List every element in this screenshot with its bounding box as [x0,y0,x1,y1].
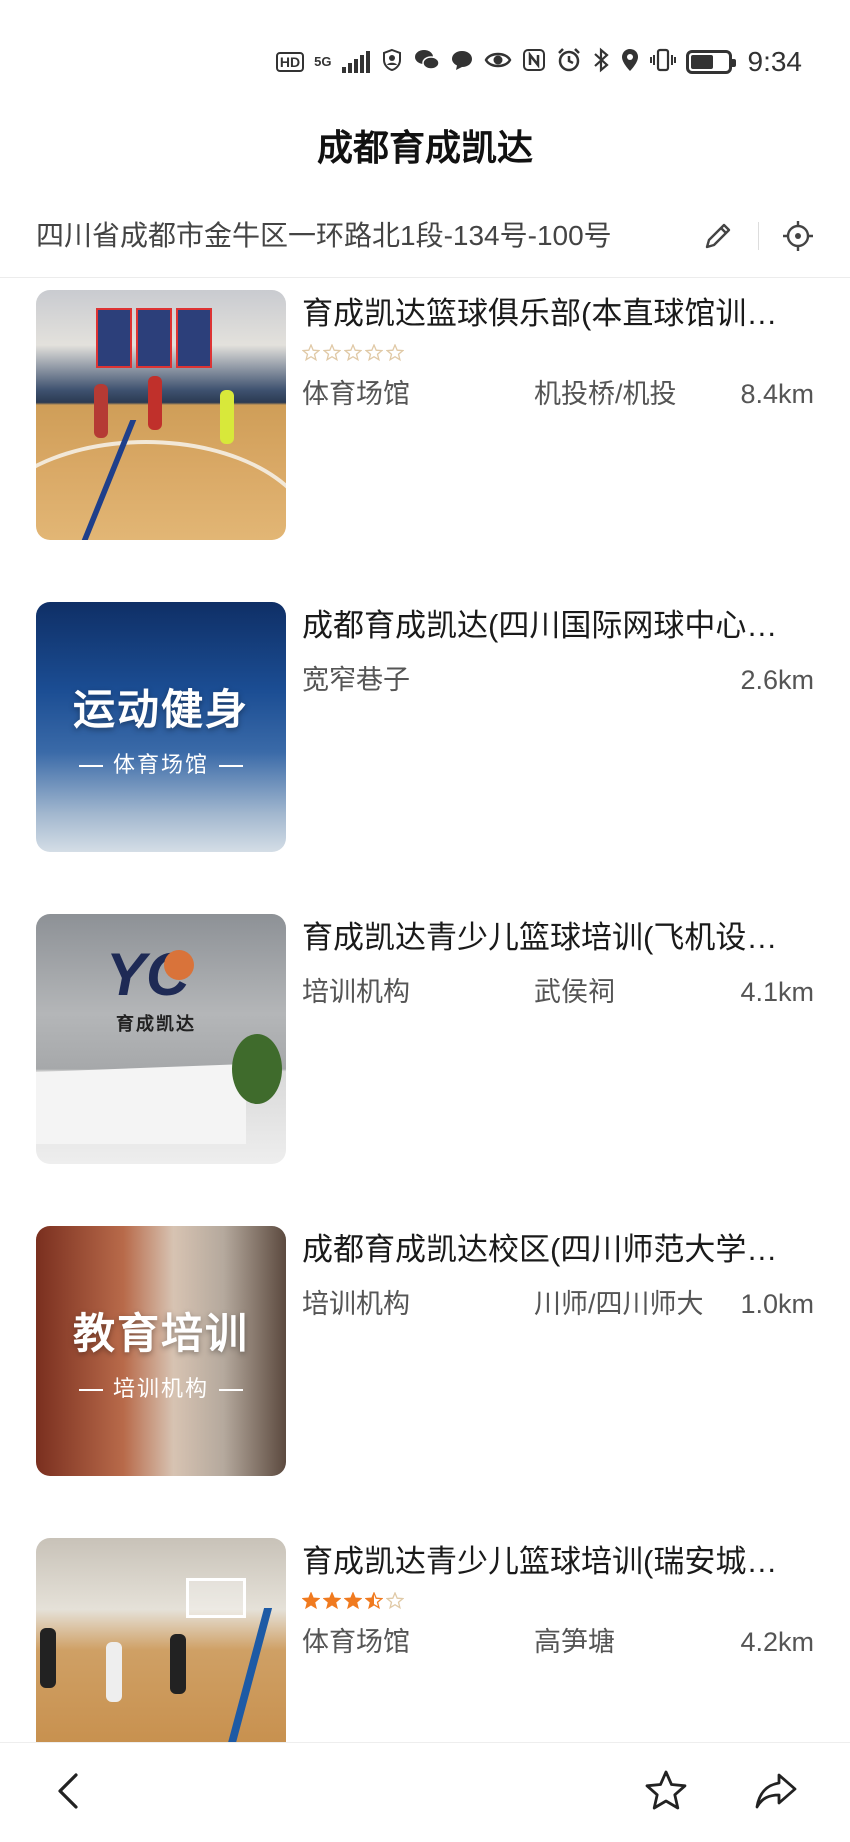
star-half-icon [364,1591,384,1610]
result-meta: 体育场馆 机投桥/机投 8.4km [302,374,814,414]
star-empty-icon [385,343,405,362]
wechat-icon [414,48,440,76]
address-bar: 四川省成都市金牛区一环路北1段-134号-100号 [0,206,850,266]
star-empty-icon [322,343,342,362]
result-thumbnail: YC 育成凯达 [36,914,286,1164]
result-thumbnail [36,1538,286,1742]
player [40,1628,56,1688]
thumbnail-heading: 教育培训 [72,1309,249,1357]
list-item[interactable]: YC 育成凯达 育成凯达青少儿篮球培训(飞机设… 培训机构 武侯祠 4.1km [0,914,850,1166]
divider [758,222,759,250]
network-label: 5G [314,54,332,69]
address-text[interactable]: 四川省成都市金牛区一环路北1段-134号-100号 [36,216,612,256]
status-time: 9:34 [747,46,803,77]
rating-stars [301,343,405,362]
star-filled-icon [343,1591,363,1610]
header-divider [0,277,850,278]
hoop-pole [223,1608,273,1742]
player [220,390,234,444]
result-category: 体育场馆 [302,379,410,409]
crosshair-icon[interactable] [780,218,816,254]
wall-banner [96,308,132,368]
result-category: 宽窄巷子 [302,665,410,695]
page-title: 成都育成凯达 [316,127,533,168]
thumbnail-heading: 运动健身 [72,685,249,733]
bottom-bar [0,1742,850,1842]
result-thumbnail: 运动健身 体育场馆 [36,602,286,852]
5g-signal-icon: 5G [314,54,332,69]
star-empty-icon [364,343,384,362]
nfc-icon [522,48,546,76]
wall-banner [176,308,212,368]
result-meta: 宽窄巷子 2.6km [302,660,814,700]
result-distance: 4.1km [740,977,814,1007]
chevron-left-icon[interactable] [46,1767,94,1815]
star-empty-icon [385,1591,405,1610]
result-category: 体育场馆 [302,1627,410,1657]
star-empty-icon [301,343,321,362]
result-title: 育成凯达篮球俱乐部(本直球馆训… [302,296,778,331]
thumbnail-subheading: 体育场馆 [69,747,253,779]
alarm-icon [556,47,582,77]
star-filled-icon [322,1591,342,1610]
player [170,1634,186,1694]
thumbnail-subheading: 培训机构 [69,1371,253,1403]
result-thumbnail: 教育培训 培训机构 [36,1226,286,1476]
result-title: 育成凯达青少儿篮球培训(瑞安城… [302,1544,778,1579]
plant [232,1034,282,1104]
result-meta: 体育场馆 高笋塘 4.2km [302,1622,814,1662]
rating-stars [301,1591,405,1610]
profile-icon [380,48,404,76]
player [94,384,108,438]
player [106,1642,122,1702]
result-category: 培训机构 [302,977,410,1007]
court-arc [36,440,286,540]
header: 成都育成凯达 [0,118,850,178]
player [148,376,162,430]
basketball-hoop [186,1578,246,1618]
list-item[interactable]: 育成凯达篮球俱乐部(本直球馆训… 体育场馆 机投桥/机投 8.4km [0,290,850,542]
result-thumbnail [36,290,286,540]
result-meta: 培训机构 武侯祠 4.1km [302,972,814,1012]
list-item[interactable]: 教育培训 培训机构 成都育成凯达校区(四川师范大学… 培训机构 川师/四川师大 … [0,1226,850,1478]
result-title: 成都育成凯达校区(四川师范大学… [302,1232,778,1267]
result-meta: 培训机构 川师/四川师大 1.0km [302,1284,814,1324]
reception-desk [36,1064,246,1144]
location-icon [620,47,640,77]
result-distance: 8.4km [740,379,814,409]
share-icon[interactable] [752,1767,800,1815]
result-distance: 2.6km [740,665,814,695]
signal-bars-icon [341,51,370,73]
wall-banner [136,308,172,368]
eye-icon [484,49,512,75]
message-icon [450,48,474,76]
result-area: 武侯祠 [534,977,615,1007]
result-area: 高笋塘 [534,1627,615,1657]
result-category: 培训机构 [302,1289,410,1319]
basketball-icon [164,950,194,980]
result-distance: 1.0km [740,1289,814,1319]
status-bar: HD 5G 9:34 [0,0,850,120]
hd-icon: HD [275,52,305,72]
result-distance: 4.2km [740,1627,814,1657]
pencil-icon[interactable] [700,218,736,254]
result-title: 成都育成凯达(四川国际网球中心… [302,608,778,643]
list-item[interactable]: 运动健身 体育场馆 成都育成凯达(四川国际网球中心… 宽窄巷子 2.6km [0,602,850,854]
result-area: 机投桥/机投 [534,379,677,409]
star-outline-icon[interactable] [642,1767,690,1815]
star-filled-icon [301,1591,321,1610]
star-empty-icon [343,343,363,362]
result-area: 川师/四川师大 [534,1289,704,1319]
bluetooth-icon [592,47,610,77]
status-icons: HD 5G 9:34 [275,44,803,80]
brand-logo-text: 育成凯达 [116,1014,196,1034]
battery-icon [685,50,736,74]
vibrate-icon [649,47,676,77]
result-title: 育成凯达青少儿篮球培训(飞机设… [302,920,778,955]
